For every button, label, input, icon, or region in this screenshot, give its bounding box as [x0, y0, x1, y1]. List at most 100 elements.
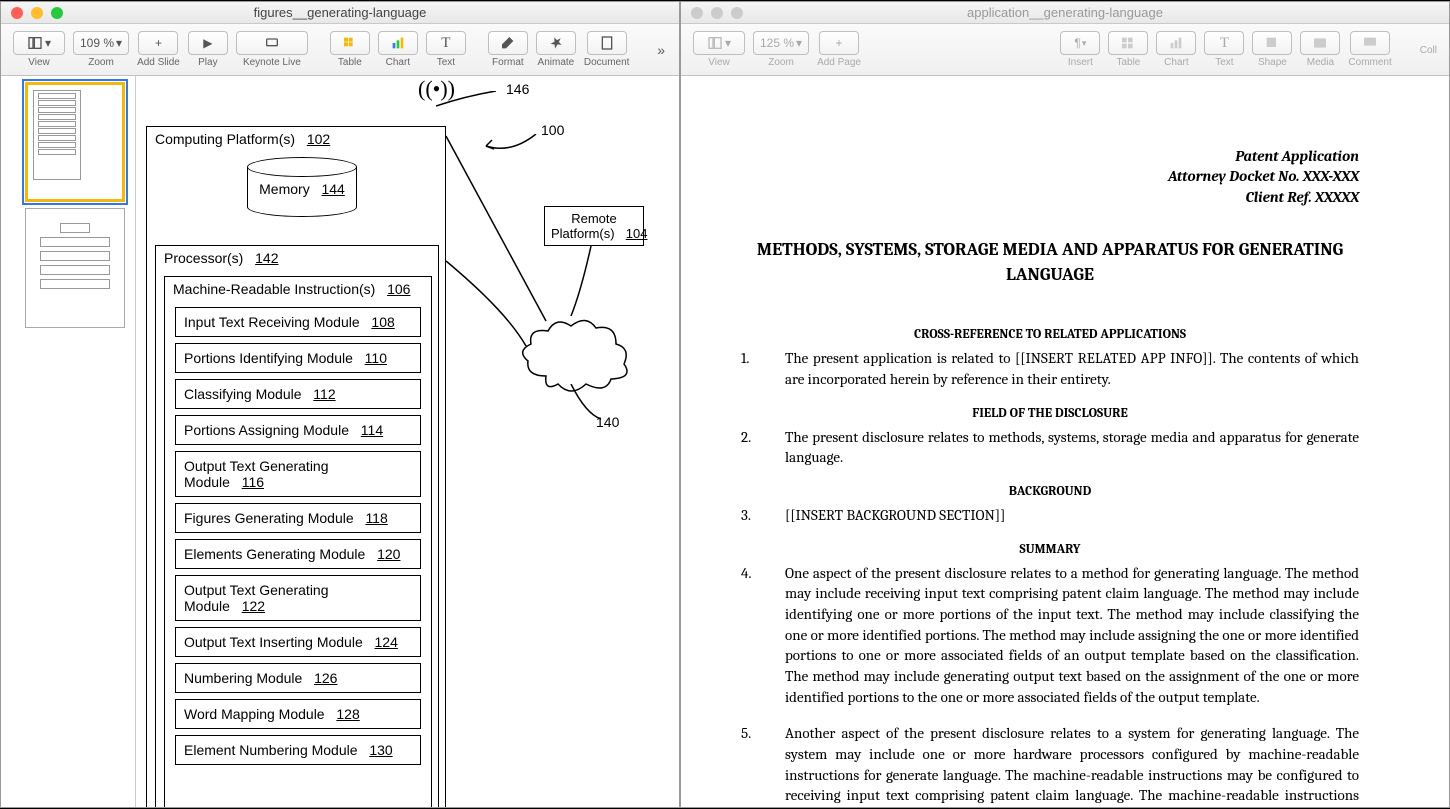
media-button[interactable]	[1300, 31, 1340, 55]
chart-button[interactable]	[378, 31, 418, 55]
chart-label: Chart	[386, 57, 410, 68]
zoom-button[interactable]: 125 %▾	[753, 31, 809, 55]
ref-142: 142	[255, 250, 278, 266]
paragraph: 5. Another aspect of the present disclos…	[741, 723, 1359, 807]
chart-icon	[1168, 35, 1184, 51]
brush-icon	[500, 35, 516, 51]
media-label: Media	[1307, 57, 1334, 68]
play-icon: ▶	[203, 36, 212, 50]
comment-button[interactable]	[1350, 31, 1390, 55]
view-label: View	[28, 57, 50, 68]
animate-label: Animate	[538, 57, 575, 68]
table-button[interactable]	[1108, 31, 1148, 55]
para-num: 2.	[741, 427, 785, 468]
zoom-value: 125 %	[760, 36, 794, 50]
module-ref: 114	[361, 422, 383, 438]
add-slide-button[interactable]: +	[138, 31, 178, 55]
zoom-button[interactable]: 109 %▾	[73, 31, 129, 55]
minimize-button[interactable]	[711, 7, 723, 19]
close-button[interactable]	[691, 7, 703, 19]
shape-button[interactable]	[1252, 31, 1292, 55]
toolbar-right: ▾ View 125 %▾ Zoom + Add Page ¶▾ Insert …	[681, 24, 1449, 76]
module-label: Numbering Module	[184, 670, 302, 686]
view-button[interactable]: ▾	[693, 31, 745, 55]
animate-button[interactable]	[536, 31, 576, 55]
comment-label: Comment	[1348, 57, 1391, 68]
module-ref: 126	[314, 670, 337, 686]
play-button[interactable]: ▶	[188, 31, 228, 55]
table-icon	[1120, 35, 1136, 51]
text-label: Text	[1215, 57, 1233, 68]
module-box: Output Text Generating Module 116	[175, 451, 421, 497]
module-label: Portions Assigning Module	[184, 422, 349, 438]
view-icon	[707, 35, 723, 51]
text-icon: T	[1220, 35, 1229, 52]
paragraph: 4. One aspect of the present disclosure …	[741, 563, 1359, 708]
add-page-button[interactable]: +	[819, 31, 859, 55]
format-button[interactable]	[488, 31, 528, 55]
zoom-label: Zoom	[88, 57, 114, 68]
module-ref: 116	[242, 474, 264, 490]
para-body: Another aspect of the present disclosure…	[785, 723, 1359, 807]
view-button[interactable]: ▾	[13, 31, 65, 55]
traffic-lights	[11, 7, 63, 19]
format-label: Format	[492, 57, 524, 68]
add-page-label: Add Page	[817, 57, 861, 68]
maximize-button[interactable]	[51, 7, 63, 19]
paragraph: 3. [[INSERT BACKGROUND SECTION]]	[741, 505, 1359, 526]
slide-navigator[interactable]: 1 2	[1, 76, 136, 807]
window-title: figures__generating-language	[1, 5, 679, 20]
minimize-button[interactable]	[31, 7, 43, 19]
para-body: One aspect of the present disclosure rel…	[785, 563, 1359, 708]
collab-label: Coll	[1420, 45, 1437, 56]
view-label: View	[708, 57, 730, 68]
add-slide-label: Add Slide	[137, 57, 180, 68]
slide-thumb-2[interactable]	[25, 208, 125, 328]
modules-list: Input Text Receiving Module 108 Portions …	[165, 307, 431, 765]
module-box: Input Text Receiving Module 108	[175, 307, 421, 337]
instructions-box: Machine-Readable Instruction(s) 106 Inpu…	[164, 276, 432, 807]
insert-label: Insert	[1068, 57, 1093, 68]
memory-cylinder: Memory 144	[247, 167, 357, 223]
chart-button[interactable]	[1156, 31, 1196, 55]
maximize-button[interactable]	[731, 7, 743, 19]
module-box: Word Mapping Module 128	[175, 699, 421, 729]
toolbar-overflow[interactable]: »	[651, 36, 671, 64]
keynote-window: figures__generating-language ▾ View 109 …	[0, 1, 680, 808]
close-button[interactable]	[11, 7, 23, 19]
table-label: Table	[338, 57, 362, 68]
text-label: Text	[437, 57, 455, 68]
view-icon	[27, 35, 43, 51]
ref-102: 102	[307, 131, 330, 147]
ref-104: 104	[626, 226, 648, 241]
module-label: Portions Identifying Module	[184, 350, 353, 366]
keynote-live-button[interactable]	[236, 31, 308, 55]
module-box: Element Numbering Module 130	[175, 735, 421, 765]
document-title: METHODS, SYSTEMS, STORAGE MEDIA AND APPA…	[741, 237, 1359, 287]
module-box: Portions Assigning Module 114	[175, 415, 421, 445]
ref-146: 146	[506, 81, 529, 97]
module-ref: 120	[377, 546, 400, 562]
document-body[interactable]: Patent Application Attorney Docket No. X…	[681, 76, 1449, 807]
slide-canvas[interactable]: ((•)) 146 100 Computing Platform(s) 102 …	[136, 76, 679, 807]
titlebar-left[interactable]: figures__generating-language	[1, 2, 679, 24]
module-label: Input Text Receiving Module	[184, 314, 360, 330]
media-icon	[1312, 35, 1328, 51]
header-line-1: Patent Application	[741, 146, 1359, 166]
table-button[interactable]	[330, 31, 370, 55]
shape-label: Shape	[1258, 57, 1287, 68]
module-ref: 108	[371, 314, 394, 330]
module-box: Elements Generating Module 120	[175, 539, 421, 569]
text-button[interactable]: T	[426, 31, 466, 55]
module-box: Output Text Generating Module 122	[175, 575, 421, 621]
plus-icon: +	[836, 36, 843, 50]
titlebar-right[interactable]: application__generating-language	[681, 2, 1449, 24]
processors-box: Processor(s) 142 Machine-Readable Instru…	[155, 245, 439, 807]
pilcrow-icon: ¶	[1074, 36, 1080, 50]
module-ref: 118	[365, 510, 387, 526]
document-button[interactable]	[587, 31, 627, 55]
module-box: Numbering Module 126	[175, 663, 421, 693]
insert-button[interactable]: ¶▾	[1060, 31, 1100, 55]
slide-thumb-1[interactable]	[25, 82, 125, 202]
text-button[interactable]: T	[1204, 31, 1244, 55]
